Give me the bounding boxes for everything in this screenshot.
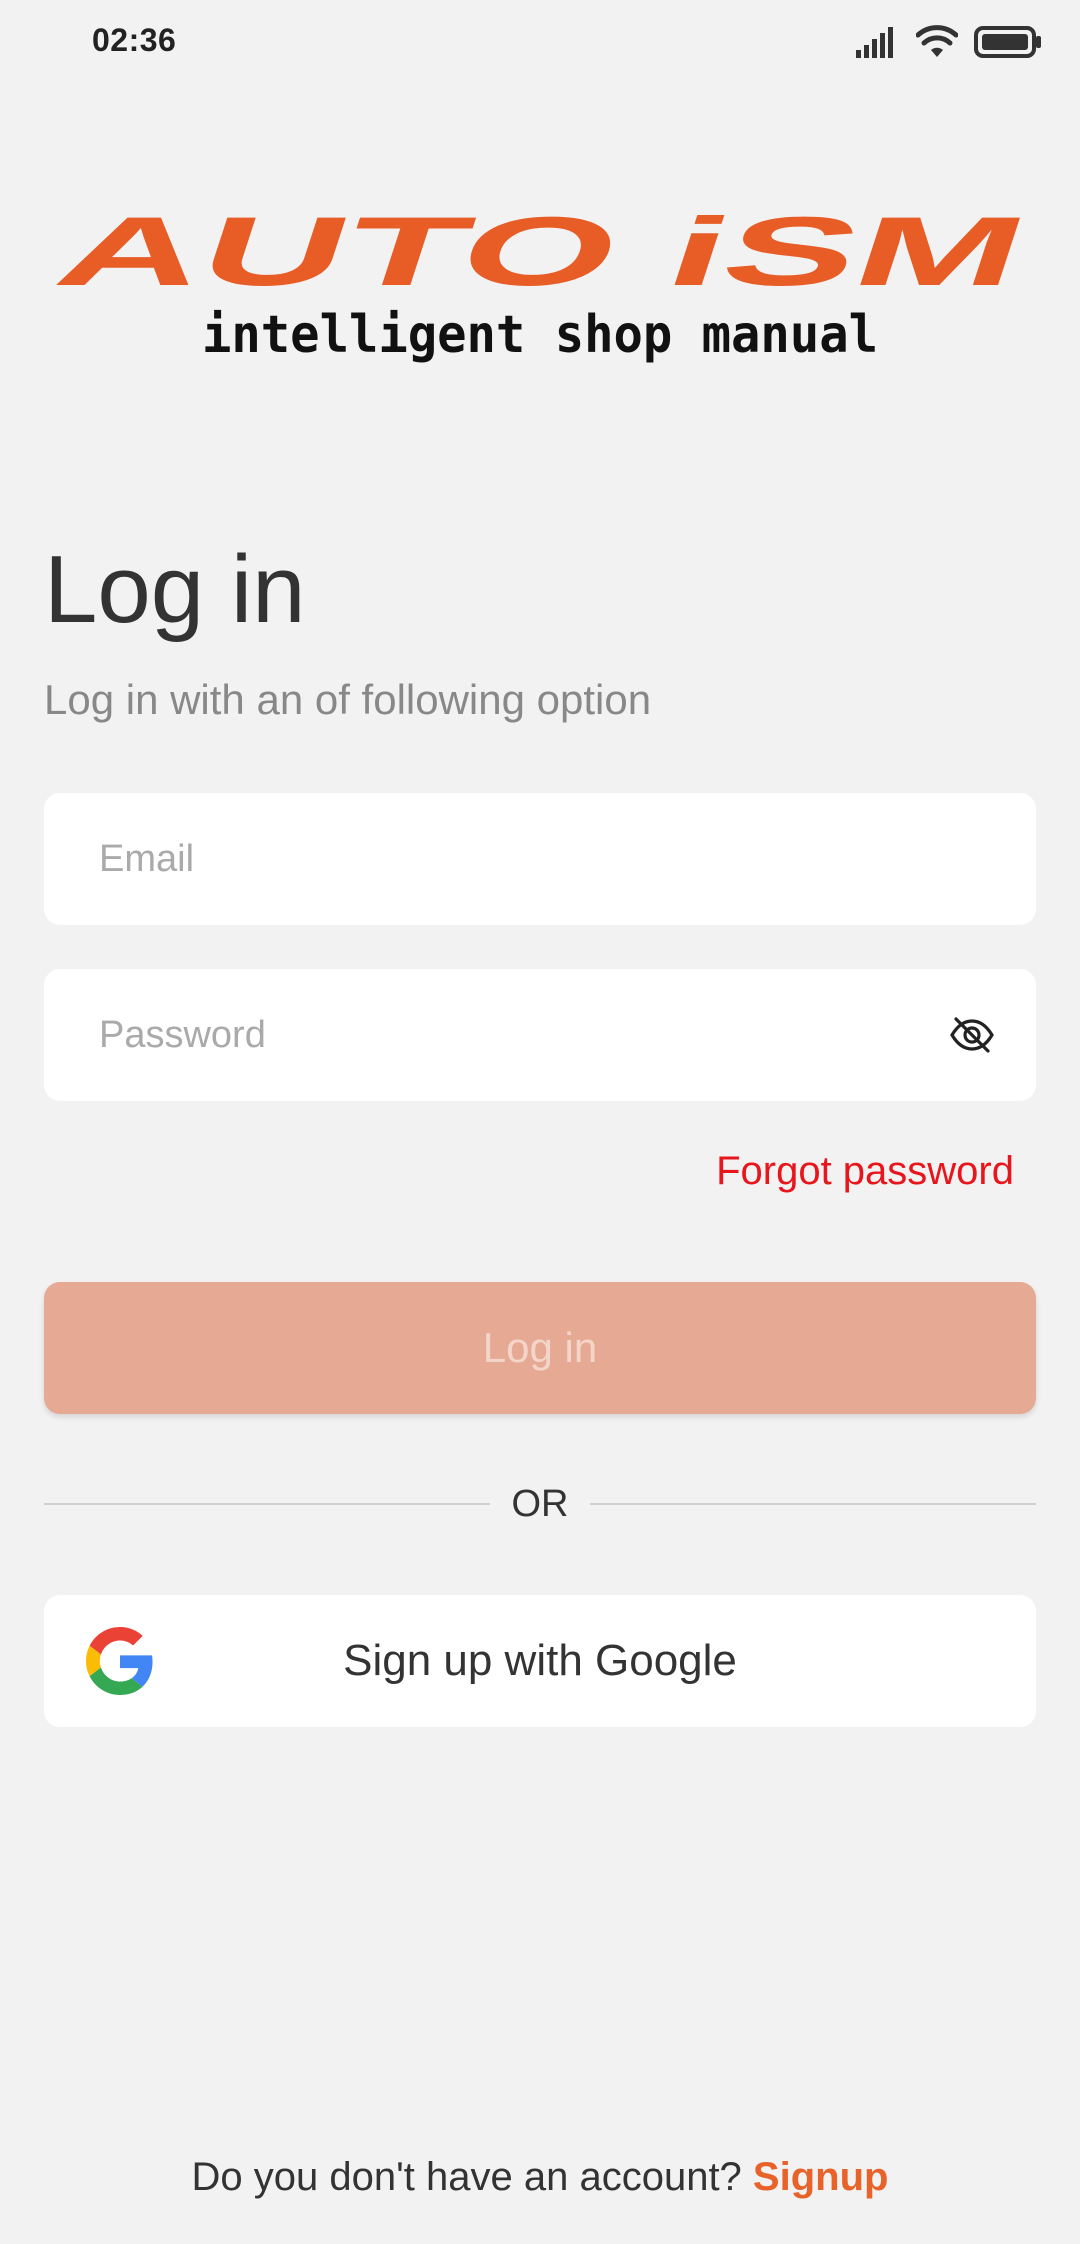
signup-link[interactable]: Signup (753, 2155, 889, 2199)
battery-icon (974, 26, 1041, 58)
status-time: 02:36 (92, 22, 177, 58)
page-title: Log in (44, 536, 306, 643)
password-field[interactable] (99, 969, 919, 1101)
signup-prompt-text: Do you don't have an account? (191, 2155, 753, 2199)
password-field-container (44, 969, 1036, 1101)
auto-ism-logo: AUTO iSM intelligent shop manual (44, 197, 1039, 365)
login-button[interactable]: Log in (44, 1282, 1036, 1414)
wifi-icon (916, 25, 958, 57)
signal-icon (856, 27, 893, 58)
email-field[interactable] (99, 793, 919, 925)
google-signup-button[interactable]: Sign up with Google (44, 1595, 1036, 1727)
divider-line-right (590, 1503, 1036, 1505)
google-signup-label: Sign up with Google (343, 1636, 737, 1685)
email-field-container (44, 793, 1036, 925)
status-bar: 02:36 (0, 0, 1080, 86)
page-subtitle: Log in with an of following option (44, 676, 652, 723)
logo-brand-text: AUTO iSM (44, 215, 1036, 306)
divider-or-label: OR (511, 1483, 569, 1525)
divider-line-left (44, 1503, 490, 1505)
logo-tagline: intelligent shop manual (202, 305, 878, 365)
eye-off-icon[interactable] (948, 1011, 996, 1059)
forgot-password-link[interactable]: Forgot password (716, 1146, 1014, 1196)
app-logo: AUTO iSM intelligent shop manual (44, 197, 1039, 365)
signup-prompt-row: Do you don't have an account? Signup (0, 2152, 1080, 2202)
status-icons (856, 22, 1042, 62)
